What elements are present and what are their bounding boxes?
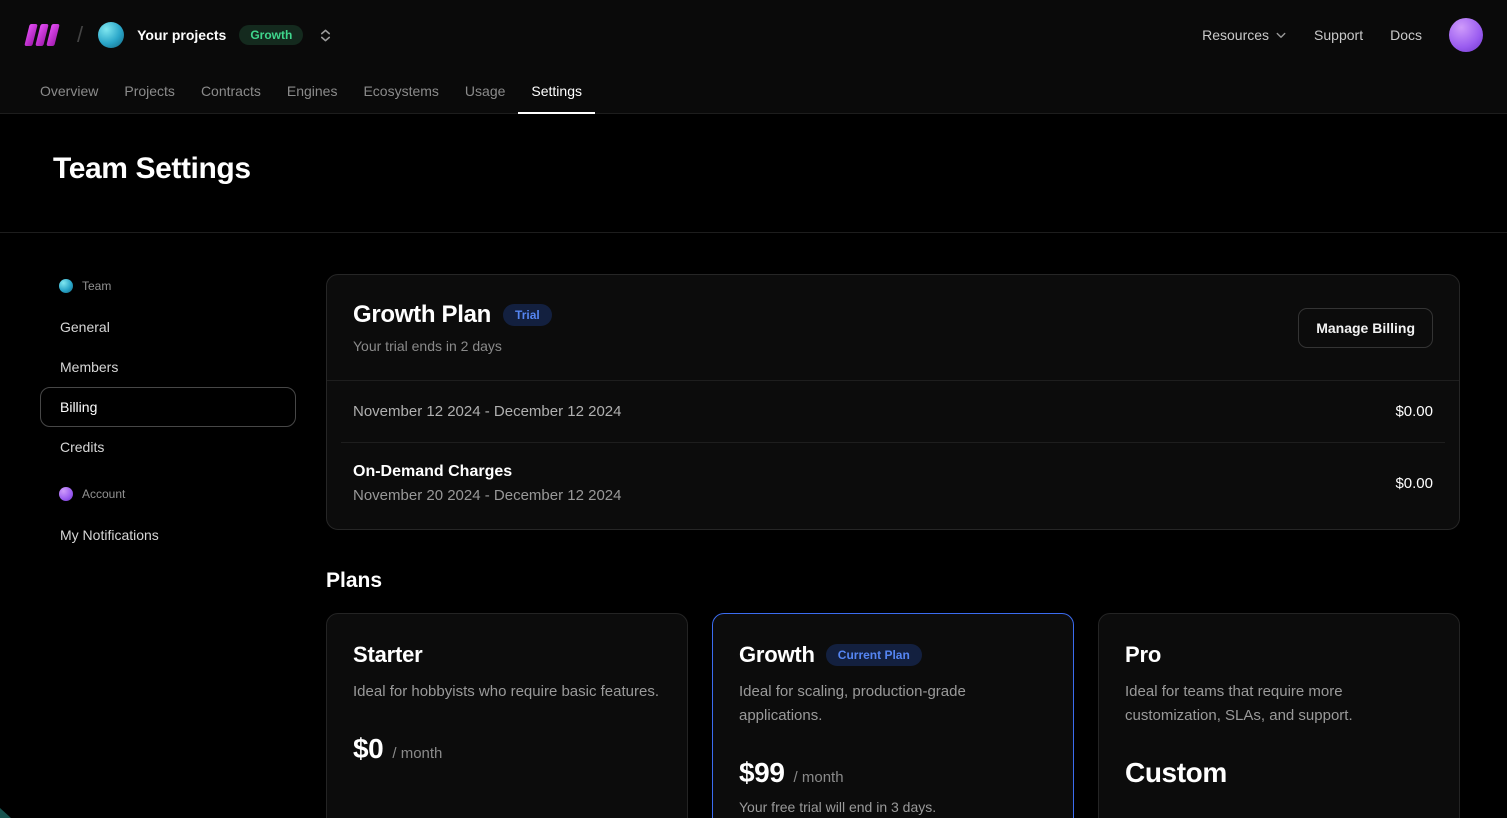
support-link[interactable]: Support <box>1314 27 1363 43</box>
plan-price-row-pro: Custom <box>1125 757 1433 789</box>
settings-sidebar: Team General Members Billing Credits Acc… <box>40 274 296 818</box>
sidebar-item-general[interactable]: General <box>40 307 296 347</box>
breadcrumb-separator: / <box>77 22 83 48</box>
plan-desc-starter: Ideal for hobbyists who require basic fe… <box>353 680 661 704</box>
plan-name-row: Growth Current Plan <box>739 642 1047 668</box>
plan-trial-note-growth: Your free trial will end in 3 days. <box>739 799 1047 815</box>
tab-overview[interactable]: Overview <box>27 70 111 114</box>
plan-desc-growth: Ideal for scaling, production-grade appl… <box>739 680 1047 728</box>
account-group-label: Account <box>82 487 125 501</box>
plan-desc-pro: Ideal for teams that require more custom… <box>1125 680 1433 728</box>
user-avatar[interactable] <box>1449 18 1483 52</box>
billing-period-row: November 12 2024 - December 12 2024 $0.0… <box>327 381 1459 442</box>
plan-price-starter: $0 <box>353 733 383 765</box>
billing-main: Growth Plan Trial Your trial ends in 2 d… <box>326 274 1460 818</box>
plan-name-growth: Growth <box>739 642 815 668</box>
bottom-left-artifact <box>0 808 11 818</box>
tab-usage[interactable]: Usage <box>452 70 518 114</box>
plan-title-row: Growth Plan Trial <box>353 301 552 329</box>
page-title-band: Team Settings <box>0 114 1507 233</box>
billing-period-range: November 12 2024 - December 12 2024 <box>353 403 622 420</box>
on-demand-title: On-Demand Charges <box>353 463 622 481</box>
on-demand-range: November 20 2024 - December 12 2024 <box>353 487 622 504</box>
sidebar-item-credits[interactable]: Credits <box>40 427 296 467</box>
current-plan-title: Growth Plan <box>353 301 491 329</box>
manage-billing-button[interactable]: Manage Billing <box>1298 308 1433 348</box>
sidebar-group-account: Account <box>40 482 296 506</box>
sidebar-item-members[interactable]: Members <box>40 347 296 387</box>
content: Team General Members Billing Credits Acc… <box>0 233 1507 818</box>
billing-summary-card: Growth Plan Trial Your trial ends in 2 d… <box>326 274 1460 530</box>
plan-price-growth: $99 <box>739 757 785 789</box>
chevrons-up-down-icon[interactable] <box>318 28 333 43</box>
resources-menu[interactable]: Resources <box>1202 27 1287 43</box>
tab-settings[interactable]: Settings <box>518 70 595 114</box>
chevron-down-icon <box>1275 29 1287 41</box>
team-group-label: Team <box>82 279 111 293</box>
tab-contracts[interactable]: Contracts <box>188 70 274 114</box>
plans-heading: Plans <box>326 569 1460 593</box>
plan-price-pro: Custom <box>1125 757 1227 789</box>
sidebar-item-my-notifications[interactable]: My Notifications <box>40 515 296 555</box>
thirdweb-logo-icon[interactable] <box>24 23 62 47</box>
billing-plan-info: Growth Plan Trial Your trial ends in 2 d… <box>353 301 552 354</box>
on-demand-charges-row: On-Demand Charges November 20 2024 - Dec… <box>327 443 1459 529</box>
account-dot-icon <box>59 487 73 501</box>
plan-per-starter: / month <box>392 745 442 762</box>
sidebar-group-team: Team <box>40 274 296 298</box>
team-dot-icon <box>59 279 73 293</box>
billing-period-amount: $0.00 <box>1395 403 1433 420</box>
plan-card-pro: Pro Ideal for teams that require more cu… <box>1098 613 1460 818</box>
plan-card-growth: Growth Current Plan Ideal for scaling, p… <box>712 613 1074 818</box>
topbar-left: / Your projects Growth <box>24 22 333 48</box>
topbar-nav: Resources Support Docs <box>1202 18 1483 52</box>
team-plan-badge: Growth <box>239 25 303 45</box>
team-avatar[interactable] <box>98 22 124 48</box>
page-title: Team Settings <box>53 152 1507 186</box>
plan-name-row: Pro <box>1125 642 1433 668</box>
billing-card-header: Growth Plan Trial Your trial ends in 2 d… <box>327 275 1459 381</box>
trial-ends-note: Your trial ends in 2 days <box>353 338 552 354</box>
resources-label: Resources <box>1202 27 1269 43</box>
plan-name-pro: Pro <box>1125 642 1161 668</box>
sidebar-item-billing[interactable]: Billing <box>40 387 296 427</box>
plan-price-row-growth: $99 / month <box>739 757 1047 789</box>
main-tabbar: Overview Projects Contracts Engines Ecos… <box>0 70 1507 114</box>
topbar: / Your projects Growth Resources Support… <box>0 0 1507 70</box>
plan-name-row: Starter <box>353 642 661 668</box>
plan-per-growth: / month <box>794 769 844 786</box>
tab-ecosystems[interactable]: Ecosystems <box>350 70 451 114</box>
plan-card-starter: Starter Ideal for hobbyists who require … <box>326 613 688 818</box>
tab-projects[interactable]: Projects <box>111 70 188 114</box>
on-demand-info: On-Demand Charges November 20 2024 - Dec… <box>353 463 622 504</box>
current-plan-badge: Current Plan <box>826 644 922 666</box>
plan-price-row-starter: $0 / month <box>353 733 661 765</box>
team-name[interactable]: Your projects <box>137 27 226 43</box>
docs-link[interactable]: Docs <box>1390 27 1422 43</box>
trial-badge: Trial <box>503 304 552 326</box>
plan-name-starter: Starter <box>353 642 423 668</box>
on-demand-amount: $0.00 <box>1395 475 1433 492</box>
plans-grid: Starter Ideal for hobbyists who require … <box>326 613 1460 818</box>
tab-engines[interactable]: Engines <box>274 70 351 114</box>
